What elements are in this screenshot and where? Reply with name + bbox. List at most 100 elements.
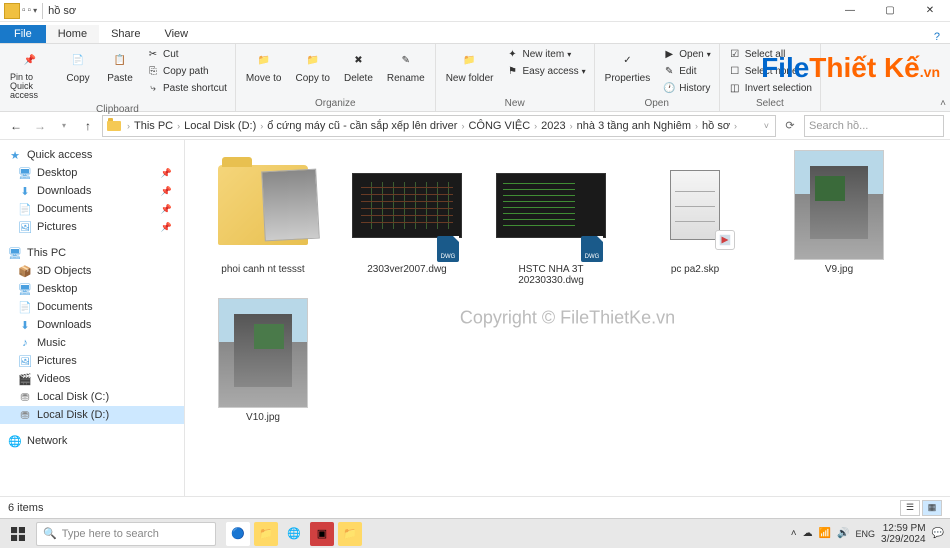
chevron-right-icon[interactable]: › [459,121,466,131]
qat-props-icon[interactable]: ▫ [28,5,32,16]
chevron-right-icon[interactable]: › [532,121,539,131]
forward-button[interactable]: → [30,116,50,136]
copy-path-button[interactable]: ⎘Copy path [144,63,229,79]
chevron-right-icon[interactable]: › [568,121,575,131]
tab-home[interactable]: Home [46,25,99,43]
sidebar-pictures[interactable]: 🖼Pictures📌 [0,218,184,236]
tab-file[interactable]: File [0,25,46,43]
sidebar-documents[interactable]: 📄Documents📌 [0,200,184,218]
cut-button[interactable]: ✂Cut [144,46,229,62]
main-area: ★ Quick access 🖥Desktop📌 ⬇Downloads📌 📄Do… [0,140,950,496]
sidebar-this-pc[interactable]: 🖥This PC [0,244,184,262]
address-bar: ← → ▾ ↑ › This PC › Local Disk (D:) › ổ … [0,112,950,140]
paste-button[interactable]: 📋 Paste [102,46,138,86]
crumb-4[interactable]: 2023 [539,120,567,132]
sidebar-quick-access[interactable]: ★ Quick access [0,146,184,164]
pin-icon: 📌 [161,186,178,197]
history-icon: 🕐 [662,81,676,95]
taskbar-time: 12:59 PM [881,523,926,534]
sidebar-pictures-pc[interactable]: 🖼Pictures [0,352,184,370]
properties-button[interactable]: ✓Properties [601,46,655,86]
sidebar-downloads[interactable]: ⬇Downloads📌 [0,182,184,200]
file-item-skp[interactable]: pc pa2.skp [629,150,761,286]
crumb-3[interactable]: CÔNG VIỆC [466,120,532,132]
watermark-text: Copyright © FileThietKe.vn [460,308,675,329]
rename-icon: ✎ [394,48,418,72]
qat-dropdown-icon[interactable]: ▾ [33,6,37,15]
crumb-2[interactable]: ổ cứng máy cũ - cần sắp xếp lên driver [265,120,459,132]
chevron-right-icon[interactable]: › [693,121,700,131]
clipboard-group-label: Clipboard [6,102,229,115]
history-button[interactable]: 🕐History [660,80,712,96]
chevron-right-icon[interactable]: › [258,121,265,131]
file-name: V9.jpg [825,264,853,275]
open-button[interactable]: ▶Open ▾ [660,46,712,62]
sidebar-disk-c[interactable]: ⛃Local Disk (C:) [0,388,184,406]
dwg-thumbnail [352,173,462,238]
tab-view[interactable]: View [152,25,200,43]
sidebar-music[interactable]: ♪Music [0,334,184,352]
sidebar-desktop-pc[interactable]: 🖥Desktop [0,280,184,298]
rename-button[interactable]: ✎Rename [383,46,429,86]
crumb-thispc[interactable]: This PC [132,120,175,132]
qat-save-icon[interactable]: ▫ [22,5,26,16]
icons-view-button[interactable]: ▦ [922,500,942,516]
sidebar-desktop[interactable]: 🖥Desktop📌 [0,164,184,182]
copy-to-button[interactable]: 📁Copy to [292,46,334,86]
new-item-button[interactable]: ✦New item ▾ [504,46,588,62]
file-item-jpg[interactable]: V9.jpg [773,150,905,286]
ribbon-group-organize: 📁Move to 📁Copy to ✖Delete ✎Rename Organi… [236,44,436,111]
properties-icon: ✓ [615,48,639,72]
maximize-button[interactable]: ▢ [870,0,910,22]
sidebar-disk-d[interactable]: ⛃Local Disk (D:) [0,406,184,424]
cut-icon: ✂ [146,47,160,61]
titlebar: ▫ ▫ ▾ hồ sơ — ▢ ✕ [0,0,950,22]
sidebar-documents-pc[interactable]: 📄Documents [0,298,184,316]
chevron-down-icon[interactable]: ˅ [762,121,771,131]
search-input[interactable]: Search hồ... [804,115,944,137]
new-folder-button[interactable]: 📁New folder [442,46,498,86]
details-view-button[interactable]: ☰ [900,500,920,516]
crumb-6[interactable]: hồ sơ [700,120,732,132]
file-content-area[interactable]: phoi canh nt tessst DWG 2303ver2007.dwg … [185,140,950,496]
help-button[interactable]: ? [924,31,950,43]
delete-button[interactable]: ✖Delete [340,46,377,86]
ribbon: 📌 Pin to Quick access 📄 Copy 📋 Paste ✂Cu… [0,44,950,112]
folder-thumbnail [218,165,308,245]
move-to-button[interactable]: 📁Move to [242,46,286,86]
back-button[interactable]: ← [6,116,26,136]
sidebar-downloads-pc[interactable]: ⬇Downloads [0,316,184,334]
close-button[interactable]: ✕ [910,0,950,22]
copy-icon: 📄 [66,48,90,72]
refresh-button[interactable]: ⟳ [780,116,800,136]
file-item-dwg[interactable]: DWG 2303ver2007.dwg [341,150,473,286]
copyto-icon: 📁 [301,48,325,72]
up-button[interactable]: ↑ [78,116,98,136]
chevron-right-icon[interactable]: › [175,121,182,131]
paste-shortcut-button[interactable]: ⤷Paste shortcut [144,80,229,96]
tab-share[interactable]: Share [99,25,152,43]
pin-quick-access-button[interactable]: 📌 Pin to Quick access [6,46,54,102]
paste-icon: 📋 [108,48,132,72]
pin-icon: 📌 [18,48,42,72]
crumb-5[interactable]: nhà 3 tầng anh Nghiêm [575,120,693,132]
edit-button[interactable]: ✎Edit [660,63,712,79]
easy-access-button[interactable]: ⚑Easy access ▾ [504,63,588,79]
breadcrumb[interactable]: › This PC › Local Disk (D:) › ổ cứng máy… [102,115,776,137]
disk-icon: ⛃ [18,408,32,422]
recent-button[interactable]: ▾ [54,116,74,136]
collapse-ribbon-button[interactable]: ˄ [940,98,946,109]
jpg-thumbnail [794,150,884,260]
file-item-folder[interactable]: phoi canh nt tessst [197,150,329,286]
sidebar-network[interactable]: 🌐Network [0,432,184,450]
crumb-disk[interactable]: Local Disk (D:) [182,120,258,132]
file-name: HSTC NHA 3T 20230330.dwg [486,264,616,286]
copy-button[interactable]: 📄 Copy [60,46,96,86]
chevron-right-icon[interactable]: › [732,121,739,131]
minimize-button[interactable]: — [830,0,870,22]
chevron-right-icon[interactable]: › [125,121,132,131]
sidebar-3d-objects[interactable]: 📦3D Objects [0,262,184,280]
file-item-dwg[interactable]: DWG HSTC NHA 3T 20230330.dwg [485,150,617,286]
sidebar-videos[interactable]: 🎬Videos [0,370,184,388]
file-item-jpg[interactable]: V10.jpg [197,298,329,423]
